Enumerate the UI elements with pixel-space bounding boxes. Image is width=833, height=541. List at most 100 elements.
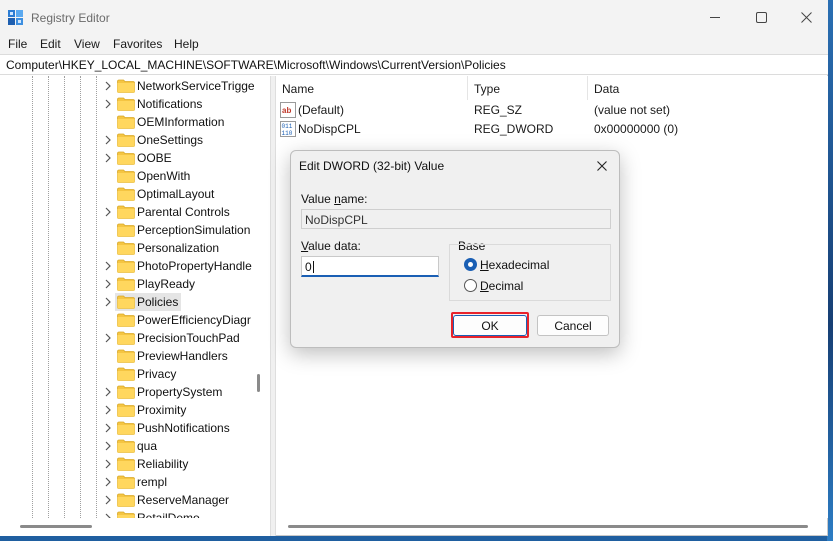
column-header-name[interactable]: Name [276, 76, 468, 100]
tree-item-label: OEMInformation [137, 115, 225, 129]
value-data-text: 0 [305, 260, 312, 274]
folder-icon [117, 457, 135, 471]
value-name-field: NoDispCPL [301, 209, 611, 229]
tree-item-label: OptimalLayout [137, 187, 215, 201]
radio-checked-icon [464, 258, 477, 271]
menu-view[interactable]: View [74, 37, 100, 51]
tree-item-label: Personalization [137, 241, 220, 255]
folder-icon [117, 331, 135, 345]
tree-item[interactable]: OOBE [103, 149, 268, 167]
tree-item[interactable]: PrecisionTouchPad [103, 329, 268, 347]
column-header-type[interactable]: Type [468, 76, 588, 100]
key-tree-pane[interactable]: NetworkServiceTrigge Notifications OEMInfo… [0, 76, 270, 518]
list-row[interactable]: 011 110 NoDispCPL REG_DWORD 0x00000000 (… [276, 120, 828, 139]
list-horizontal-scrollbar[interactable] [288, 525, 808, 528]
chevron-right-icon[interactable] [103, 134, 113, 146]
menu-file[interactable]: File [8, 37, 27, 51]
tree-item[interactable]: PhotoPropertyHandle [103, 257, 268, 275]
chevron-right-icon[interactable] [103, 296, 113, 308]
folder-icon [117, 493, 135, 507]
tree-item[interactable]: OptimalLayout [103, 185, 268, 203]
tree-item[interactable]: PropertySystem [103, 383, 268, 401]
menu-edit[interactable]: Edit [40, 37, 61, 51]
close-icon [597, 161, 607, 171]
tree-item[interactable]: Notifications [103, 95, 268, 113]
registry-editor-icon [8, 10, 23, 25]
column-header-data[interactable]: Data [588, 76, 828, 100]
tree-item[interactable]: PlayReady [103, 275, 268, 293]
tree-item[interactable]: RetailDemo [103, 509, 268, 518]
tree-item[interactable]: PreviewHandlers [103, 347, 268, 365]
tree-vertical-scrollbar[interactable] [257, 374, 260, 392]
dialog-close-button[interactable] [591, 157, 613, 175]
folder-icon [117, 133, 135, 147]
chevron-right-icon[interactable] [103, 440, 113, 452]
folder-icon [117, 511, 135, 518]
tree-horizontal-scrollbar[interactable] [20, 525, 92, 528]
tree-item[interactable]: PushNotifications [103, 419, 268, 437]
chevron-right-icon[interactable] [103, 386, 113, 398]
address-bar[interactable]: Computer\HKEY_LOCAL_MACHINE\SOFTWARE\Mic… [0, 54, 828, 75]
tree-item[interactable]: qua [103, 437, 268, 455]
dialog-title: Edit DWORD (32-bit) Value [299, 159, 445, 173]
tree-item[interactable]: Personalization [103, 239, 268, 257]
tree-item[interactable]: OEMInformation [103, 113, 268, 131]
chevron-right-icon[interactable] [103, 422, 113, 434]
tree-item[interactable]: rempl [103, 473, 268, 491]
folder-icon [117, 421, 135, 435]
tree-guide-line [64, 76, 65, 518]
value-name: NoDispCPL [298, 122, 361, 136]
tree-item[interactable]: PerceptionSimulation [103, 221, 268, 239]
chevron-right-icon[interactable] [103, 80, 113, 92]
value-name-label: Value name: [301, 192, 368, 206]
tree-item[interactable]: Privacy [103, 365, 268, 383]
chevron-right-icon[interactable] [103, 278, 113, 290]
folder-icon [117, 349, 135, 363]
svg-text:011: 011 [282, 123, 293, 130]
tree-item-label: Notifications [137, 97, 203, 111]
chevron-right-icon[interactable] [103, 404, 113, 416]
tree-item[interactable]: PowerEfficiencyDiagr [103, 311, 268, 329]
chevron-right-icon[interactable] [103, 476, 113, 488]
chevron-right-icon[interactable] [103, 458, 113, 470]
cancel-button[interactable]: Cancel [537, 315, 609, 336]
tree-item-label: OOBE [137, 151, 172, 165]
chevron-right-icon[interactable] [103, 494, 113, 506]
chevron-right-icon[interactable] [103, 152, 113, 164]
tree-item[interactable]: Parental Controls [103, 203, 268, 221]
tree-item-label: qua [137, 439, 158, 453]
radio-decimal[interactable]: Decimal [464, 278, 574, 296]
chevron-right-icon[interactable] [103, 98, 113, 110]
tree-item[interactable]: OpenWith [103, 167, 268, 185]
folder-icon [117, 367, 135, 381]
tree-item-label: Policies [135, 295, 181, 309]
tree-guide-line [48, 76, 49, 518]
list-row[interactable]: ab (Default) REG_SZ (value not set) [276, 101, 828, 120]
chevron-right-icon[interactable] [103, 260, 113, 272]
radio-hexadecimal[interactable]: Hexadecimal [464, 257, 574, 275]
menu-help[interactable]: Help [174, 37, 199, 51]
tree-item[interactable]: Reliability [103, 455, 268, 473]
tree-item[interactable]: ReserveManager [103, 491, 268, 509]
minimize-button[interactable] [692, 0, 738, 34]
tree-item[interactable]: OneSettings [103, 131, 268, 149]
chevron-right-icon[interactable] [103, 206, 113, 218]
tree-item-label: rempl [137, 475, 168, 489]
tree-item[interactable]: NetworkServiceTrigge [103, 77, 268, 95]
menu-favorites[interactable]: Favorites [113, 37, 162, 51]
folder-icon [117, 259, 135, 273]
tree-item-label: OneSettings [137, 133, 204, 147]
maximize-button[interactable] [738, 0, 784, 34]
registry-editor-window: Registry Editor File Edit View Favorites… [0, 0, 828, 536]
close-window-button[interactable] [783, 0, 829, 34]
ok-button[interactable]: OK [453, 315, 527, 336]
tree-item-label: Reliability [137, 457, 189, 471]
tree-item[interactable]: Proximity [103, 401, 268, 419]
menu-bar: File Edit View Favorites Help [0, 34, 828, 54]
folder-icon [117, 241, 135, 255]
chevron-right-icon[interactable] [103, 332, 113, 344]
value-type: REG_DWORD [474, 122, 554, 136]
value-data-input[interactable]: 0 [301, 256, 439, 277]
tree-item[interactable]: Policies [103, 293, 268, 311]
value-type: REG_SZ [474, 103, 523, 117]
